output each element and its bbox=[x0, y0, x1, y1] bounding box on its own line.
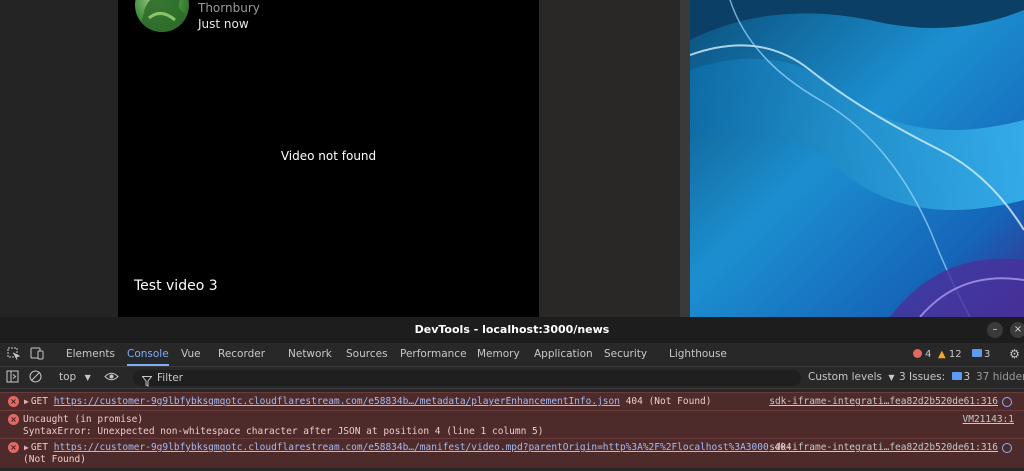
error-icon: × bbox=[8, 414, 19, 425]
sidebar-toggle-icon[interactable] bbox=[5, 370, 20, 385]
request-url-link[interactable]: https://customer-9g9lbfybksgmqotc.cloudf… bbox=[54, 396, 620, 407]
filter-funnel-icon bbox=[141, 372, 153, 391]
console-toolbar: top ▼ Custom levels ▼ 3 Issues: 3 37 hid… bbox=[0, 367, 1024, 389]
minimize-button[interactable]: – bbox=[987, 322, 1003, 338]
request-url-link[interactable]: https://customer-9g9lbfybksgmqotc.cloudf… bbox=[54, 442, 769, 453]
clear-console-icon[interactable] bbox=[28, 370, 43, 385]
console-error-row[interactable]: × ▶ GET https://customer-9g9lbfybksgmqotc… bbox=[0, 392, 1024, 410]
warning-count-badge[interactable]: ▲ 12 bbox=[938, 343, 962, 366]
log-levels-dropdown[interactable]: Custom levels ▼ bbox=[808, 367, 895, 388]
device-toolbar-icon[interactable] bbox=[29, 347, 44, 362]
panel-divider[interactable] bbox=[680, 0, 690, 317]
tab-security[interactable]: Security bbox=[604, 343, 647, 366]
message-count-badge[interactable]: 3 bbox=[972, 343, 990, 366]
eye-icon[interactable] bbox=[104, 370, 119, 385]
video-card[interactable]: Thornbury Just now Video not found Test … bbox=[118, 0, 539, 317]
status-text: 404 (Not Found) bbox=[625, 396, 712, 407]
console-messages: × ▶ GET https://customer-9g9lbfybksgmqotc… bbox=[0, 390, 1024, 471]
filter-box[interactable] bbox=[133, 370, 801, 387]
tab-network[interactable]: Network bbox=[288, 343, 332, 366]
tab-sources[interactable]: Sources bbox=[346, 343, 388, 366]
expand-triangle-icon[interactable]: ▶ bbox=[24, 397, 29, 406]
right-gutter bbox=[539, 0, 680, 317]
error-icon: × bbox=[8, 396, 19, 407]
video-error-message: Video not found bbox=[280, 149, 377, 163]
error-icon: × bbox=[8, 442, 19, 453]
devtools-tab-bar: Elements Console Vue Recorder Network So… bbox=[0, 343, 1024, 367]
app-viewport: Thornbury Just now Video not found Test … bbox=[0, 0, 1024, 317]
tab-application[interactable]: Application bbox=[534, 343, 593, 366]
error-message: Uncaught (in promise) bbox=[23, 414, 144, 425]
left-gutter bbox=[0, 0, 118, 317]
post-timestamp: Just now bbox=[198, 17, 249, 31]
context-selector[interactable]: top ▼ bbox=[59, 367, 91, 388]
console-error-row[interactable]: × ▶ GET https://customer-9g9lbfybksgmqotc… bbox=[0, 438, 1024, 468]
tab-recorder[interactable]: Recorder bbox=[218, 343, 265, 366]
chevron-down-icon: ▼ bbox=[84, 373, 91, 382]
error-count-badge[interactable]: 4 bbox=[913, 343, 931, 366]
console-error-row[interactable]: × Uncaught (in promise) SyntaxError: Une… bbox=[0, 410, 1024, 438]
close-button[interactable]: × bbox=[1010, 322, 1024, 338]
author-name: Thornbury bbox=[198, 1, 260, 15]
network-globe-icon[interactable] bbox=[1002, 397, 1012, 407]
tab-vue[interactable]: Vue bbox=[181, 343, 201, 366]
avatar[interactable] bbox=[135, 0, 189, 32]
tab-lighthouse[interactable]: Lighthouse bbox=[669, 343, 727, 366]
source-link[interactable]: VM21143:1 bbox=[963, 414, 1014, 425]
tab-memory[interactable]: Memory bbox=[477, 343, 520, 366]
tab-console[interactable]: Console bbox=[127, 343, 169, 366]
settings-gear-icon[interactable]: ⚙ bbox=[1007, 347, 1022, 362]
hidden-count: 37 hidden bbox=[976, 371, 1024, 383]
status-text: (Not Found) bbox=[23, 454, 86, 465]
network-globe-icon[interactable] bbox=[1002, 443, 1012, 453]
chevron-down-icon: ▼ bbox=[888, 373, 895, 382]
source-link[interactable]: sdk-iframe-integrati…fea82d2b520de61:316 bbox=[769, 396, 998, 407]
expand-triangle-icon[interactable]: ▶ bbox=[24, 443, 29, 452]
video-title: Test video 3 bbox=[134, 278, 218, 294]
issues-icon bbox=[951, 372, 962, 380]
inspect-element-icon[interactable] bbox=[6, 347, 21, 362]
devtools-window: DevTools - localhost:3000/news – × Eleme… bbox=[0, 317, 1024, 471]
filter-input[interactable] bbox=[157, 370, 787, 386]
error-icon bbox=[913, 349, 922, 358]
warning-icon: ▲ bbox=[938, 349, 946, 360]
issues-indicator[interactable]: 3 Issues: 3 bbox=[899, 367, 970, 388]
devtools-titlebar[interactable]: DevTools - localhost:3000/news – × bbox=[0, 317, 1024, 343]
error-detail: SyntaxError: Unexpected non-whitespace c… bbox=[23, 426, 544, 437]
window-title: DevTools - localhost:3000/news bbox=[414, 323, 610, 336]
source-link[interactable]: sdk-iframe-integrati…fea82d2b520de61:316 bbox=[769, 442, 998, 453]
desktop-wallpaper bbox=[690, 0, 1024, 317]
message-icon bbox=[972, 349, 982, 357]
tab-performance[interactable]: Performance bbox=[400, 343, 467, 366]
tab-elements[interactable]: Elements bbox=[66, 343, 115, 366]
